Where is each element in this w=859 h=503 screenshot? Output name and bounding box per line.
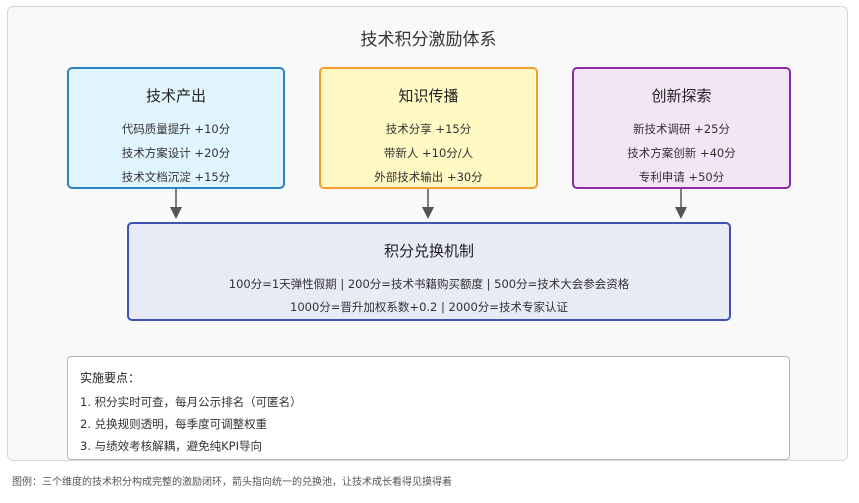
figure-caption: 图例：三个维度的技术积分构成完整的激励闭环，箭头指向统一的兑换池，让技术成长看得… bbox=[12, 477, 452, 488]
arrow-head bbox=[422, 207, 434, 219]
notes-item: 1. 积分实时可查，每月公示排名（可匿名） bbox=[80, 395, 302, 409]
arrow-output-to-exchange bbox=[170, 189, 182, 219]
arrow-head bbox=[170, 207, 182, 219]
notes-item: 3. 与绩效考核解耦，避免纯KPI导向 bbox=[80, 439, 262, 453]
notes-item: 2. 兑换规则透明，每季度可调整权重 bbox=[80, 417, 268, 431]
exchange-rule: 1000分=晋升加权系数+0.2 | 2000分=技术专家认证 bbox=[290, 300, 568, 314]
card-points-exchange: 积分兑换机制 100分=1天弹性假期 | 200分=技术书籍购买额度 | 500… bbox=[127, 222, 731, 321]
notes-title: 实施要点： bbox=[80, 371, 141, 385]
arrow-knowledge-to-exchange bbox=[422, 189, 434, 219]
card-title: 积分兑换机制 bbox=[383, 242, 474, 260]
arrow-head bbox=[675, 207, 687, 219]
diagram-frame: 技术积分激励体系 技术产出 代码质量提升 +10分 技术方案设计 +20分 技术… bbox=[7, 6, 848, 461]
exchange-rule: 100分=1天弹性假期 | 200分=技术书籍购买额度 | 500分=技术大会参… bbox=[228, 277, 630, 291]
implementation-notes: 实施要点： 1. 积分实时可查，每月公示排名（可匿名） 2. 兑换规则透明，每季… bbox=[67, 356, 790, 460]
arrow-innovation-to-exchange bbox=[675, 189, 687, 219]
